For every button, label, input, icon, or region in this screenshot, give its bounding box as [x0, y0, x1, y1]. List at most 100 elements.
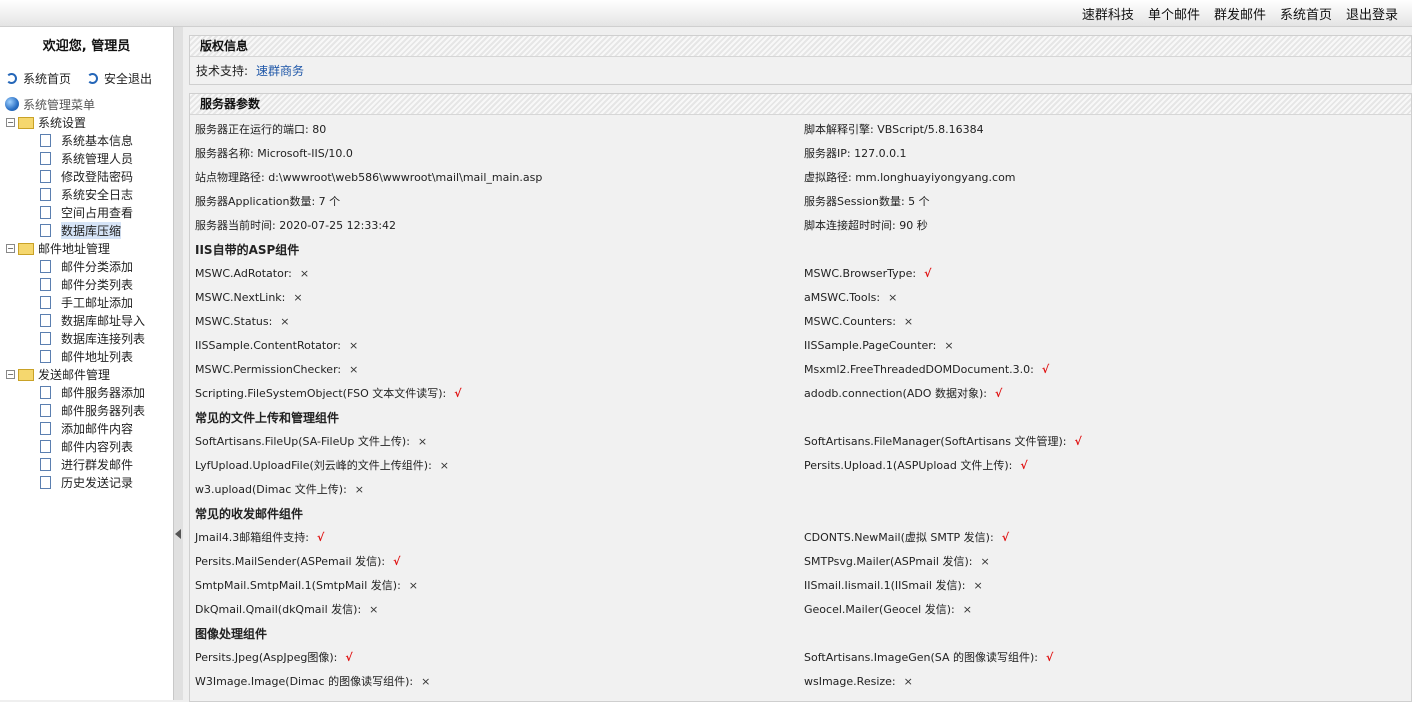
component-name: W3Image.Image(Dimac 的图像读写组件):: [195, 675, 414, 688]
circle-arrow-icon: [87, 73, 99, 84]
menu-item[interactable]: 邮件内容列表: [0, 437, 173, 455]
menu-item[interactable]: 系统管理人员: [0, 149, 173, 167]
cross-icon: ×: [408, 579, 419, 592]
menu-item[interactable]: 数据库连接列表: [0, 329, 173, 347]
menu-group[interactable]: − 邮件地址管理: [0, 239, 173, 257]
component-name: SoftArtisans.ImageGen(SA 的图像读写组件):: [804, 651, 1039, 664]
component-cell: SoftArtisans.FileUp(SA-FileUp 文件上传): ×: [195, 430, 427, 454]
component-name: MSWC.BrowserType:: [804, 267, 917, 280]
menu-item[interactable]: 邮件地址列表: [0, 347, 173, 365]
collapse-toggle-icon[interactable]: −: [6, 369, 15, 379]
check-icon: √: [1074, 435, 1082, 448]
menu-item[interactable]: 数据库压缩: [0, 221, 173, 239]
menu-item-label: 历史发送记录: [61, 475, 134, 490]
menu-item[interactable]: 历史发送记录: [0, 473, 173, 491]
cross-icon: ×: [348, 339, 359, 352]
cross-icon: ×: [903, 675, 913, 688]
menu-item[interactable]: 系统安全日志: [0, 185, 173, 203]
component-cell: SmtpMail.SmtpMail.1(SmtpMail 发信): ×: [195, 574, 418, 598]
cross-icon: ×: [944, 339, 954, 352]
menu-item[interactable]: 邮件服务器添加: [0, 383, 173, 401]
menu-item-label: 邮件服务器列表: [61, 403, 146, 418]
component-cell: w3.upload(Dimac 文件上传): ×: [195, 478, 364, 502]
document-icon: [40, 205, 51, 219]
document-icon: [40, 169, 51, 183]
component-row: Persits.Jpeg(AspJpeg图像): √ SoftArtisans.Im…: [190, 646, 1411, 670]
menu-group[interactable]: − 发送邮件管理: [0, 365, 173, 383]
component-name: Persits.Upload.1(ASPUpload 文件上传):: [804, 459, 1013, 472]
info-cell: 服务器名称: Microsoft-IIS/10.0: [195, 147, 353, 160]
component-name: Persits.MailSender(ASPemail 发信):: [195, 555, 386, 568]
topnav-single-mail[interactable]: 单个邮件: [1148, 4, 1200, 23]
info-row: 服务器当前时间: 2020-07-25 12:33:42 脚本连接超时时间: 90…: [190, 214, 1411, 238]
welcome-text: 欢迎您, 管理员: [42, 39, 131, 54]
component-name: aMSWC.Tools:: [804, 291, 881, 304]
server-body: 服务器正在运行的端口: 80 脚本解释引擎: VBScript/5.8.16384…: [190, 115, 1411, 694]
sidebar-toggle-strip[interactable]: [173, 27, 183, 700]
menu-item[interactable]: 空间占用查看: [0, 203, 173, 221]
menu-group[interactable]: − 系统设置: [0, 113, 173, 131]
component-cell: MSWC.Counters: ×: [804, 310, 913, 334]
component-name: Msxml2.FreeThreadedDOMDocument.3.0:: [804, 363, 1034, 376]
menu-item[interactable]: 手工邮址添加: [0, 293, 173, 311]
component-cell: SoftArtisans.FileManager(SoftArtisans 文件…: [804, 430, 1082, 454]
quick-logout-link[interactable]: 安全退出: [87, 70, 152, 87]
menu-item-label: 系统安全日志: [61, 187, 134, 202]
topnav-logout[interactable]: 退出登录: [1346, 4, 1398, 23]
menu-item[interactable]: 系统基本信息: [0, 131, 173, 149]
topnav-group-mail[interactable]: 群发邮件: [1214, 4, 1266, 23]
component-name: CDONTS.NewMail(虚拟 SMTP 发信):: [804, 531, 994, 544]
menu-item[interactable]: 邮件服务器列表: [0, 401, 173, 419]
component-name: DkQmail.Qmail(dkQmail 发信):: [195, 603, 362, 616]
check-icon: √: [317, 531, 325, 544]
component-name: Geocel.Mailer(Geocel 发信):: [804, 603, 955, 616]
document-icon: [40, 313, 51, 327]
menu-item-label: 空间占用查看: [61, 205, 134, 220]
component-cell: wsImage.Resize: ×: [804, 670, 913, 694]
cross-icon: ×: [354, 483, 364, 496]
component-cell: MSWC.BrowserType: √: [804, 262, 931, 286]
menu-item[interactable]: 进行群发邮件: [0, 455, 173, 473]
component-name: Jmail4.3邮箱组件支持:: [195, 531, 310, 544]
topnav-suqun-tech[interactable]: 速群科技: [1082, 4, 1134, 23]
info-cell: 服务器当前时间: 2020-07-25 12:33:42: [195, 219, 397, 232]
component-row: SoftArtisans.FileUp(SA-FileUp 文件上传): × Sof…: [190, 430, 1411, 454]
menu-item[interactable]: 数据库邮址导入: [0, 311, 173, 329]
check-icon: √: [454, 387, 462, 400]
collapse-toggle-icon[interactable]: −: [6, 117, 15, 127]
component-cell: Persits.Jpeg(AspJpeg图像): √: [195, 646, 353, 670]
component-cell: CDONTS.NewMail(虚拟 SMTP 发信): √: [804, 526, 1009, 550]
document-icon: [40, 187, 51, 201]
menu-item[interactable]: 添加邮件内容: [0, 419, 173, 437]
component-name: IISSample.ContentRotator:: [195, 339, 341, 352]
component-cell: IISmail.Iismail.1(IISmail 发信): ×: [804, 574, 983, 598]
collapse-toggle-icon[interactable]: −: [6, 243, 15, 253]
menu-item[interactable]: 邮件分类列表: [0, 275, 173, 293]
component-name: MSWC.NextLink:: [195, 291, 286, 304]
copyright-title: 版权信息: [190, 36, 1411, 57]
server-panel: 服务器参数 服务器正在运行的端口: 80 脚本解释引擎: VBScript/5.8…: [189, 93, 1412, 702]
cross-icon: ×: [421, 675, 431, 688]
menu-tree: 系统管理菜单 − 系统设置 系统基本信息 系统管理人员 修改登陆密码 系统安全日志 空间占用…: [0, 95, 173, 491]
collapse-arrow-icon[interactable]: [175, 529, 181, 539]
info-cell: 服务器Application数量: 7 个: [195, 195, 341, 208]
support-link[interactable]: 速群商务: [256, 64, 304, 78]
menu-item-label: 邮件地址列表: [61, 349, 134, 364]
menu-item[interactable]: 邮件分类添加: [0, 257, 173, 275]
cross-icon: ×: [280, 315, 290, 328]
component-cell: MSWC.PermissionChecker: ×: [195, 358, 358, 382]
section-title: 常见的文件上传和管理组件: [195, 411, 340, 425]
component-row: Scripting.FileSystemObject(FSO 文本文件读写): √…: [190, 382, 1411, 406]
quick-home-link[interactable]: 系统首页: [6, 70, 71, 87]
cross-icon: ×: [973, 579, 983, 592]
menu-item[interactable]: 修改登陆密码: [0, 167, 173, 185]
cross-icon: ×: [417, 435, 428, 448]
component-cell: W3Image.Image(Dimac 的图像读写组件): ×: [195, 670, 430, 694]
topnav-system-home[interactable]: 系统首页: [1280, 4, 1332, 23]
document-icon: [40, 259, 51, 273]
component-name: SoftArtisans.FileManager(SoftArtisans 文件…: [804, 435, 1067, 448]
document-icon: [40, 295, 51, 309]
component-name: MSWC.Counters:: [804, 315, 896, 328]
component-row: W3Image.Image(Dimac 的图像读写组件): × wsImage.Re…: [190, 670, 1411, 694]
component-cell: Jmail4.3邮箱组件支持: √: [195, 526, 324, 550]
